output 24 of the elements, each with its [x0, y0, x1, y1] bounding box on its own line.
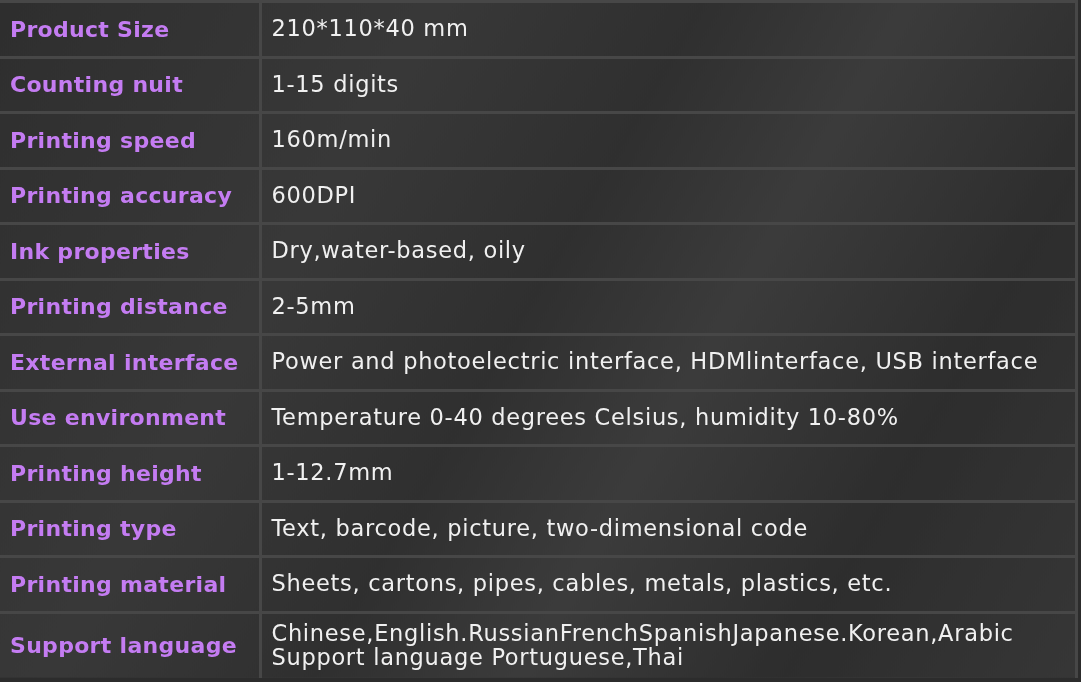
spec-label: Printing material: [0, 556, 260, 612]
spec-value: 600DPI: [260, 168, 1077, 224]
spec-value: 160m/min: [260, 112, 1077, 168]
spec-label: Printing accuracy: [0, 168, 260, 224]
spec-value: 1-15 digits: [260, 57, 1077, 113]
spec-label: Printing height: [0, 445, 260, 501]
spec-value: 2-5mm: [260, 279, 1077, 335]
spec-value: 210*110*40 mm: [260, 1, 1077, 57]
spec-label: Printing speed: [0, 112, 260, 168]
spec-label: External interface: [0, 334, 260, 390]
spec-value: Chinese,English.RussianFrenchSpanishJapanese.Korean,Arabic Support language Portuguese,Thai: [260, 612, 1077, 678]
spec-label: Printing distance: [0, 279, 260, 335]
spec-value: Text, barcode, picture, two-dimensional code: [260, 501, 1077, 557]
spec-label: Use environment: [0, 390, 260, 446]
spec-label: Product Size: [0, 1, 260, 57]
spec-value: Sheets, cartons, pipes, cables, metals, plastics, etc.: [260, 556, 1077, 612]
spec-label: Counting nuit: [0, 57, 260, 113]
spec-value: Dry,water-based, oily: [260, 223, 1077, 279]
spec-value: Temperature 0-40 degrees Celsius, humidity 10-80%: [260, 390, 1077, 446]
spec-label: Printing type: [0, 501, 260, 557]
spec-label: Ink properties: [0, 223, 260, 279]
spec-label: Support language: [0, 612, 260, 678]
spec-value: 1-12.7mm: [260, 445, 1077, 501]
spec-value: Power and photoelectric interface, HDMlinterface, USB interface: [260, 334, 1077, 390]
